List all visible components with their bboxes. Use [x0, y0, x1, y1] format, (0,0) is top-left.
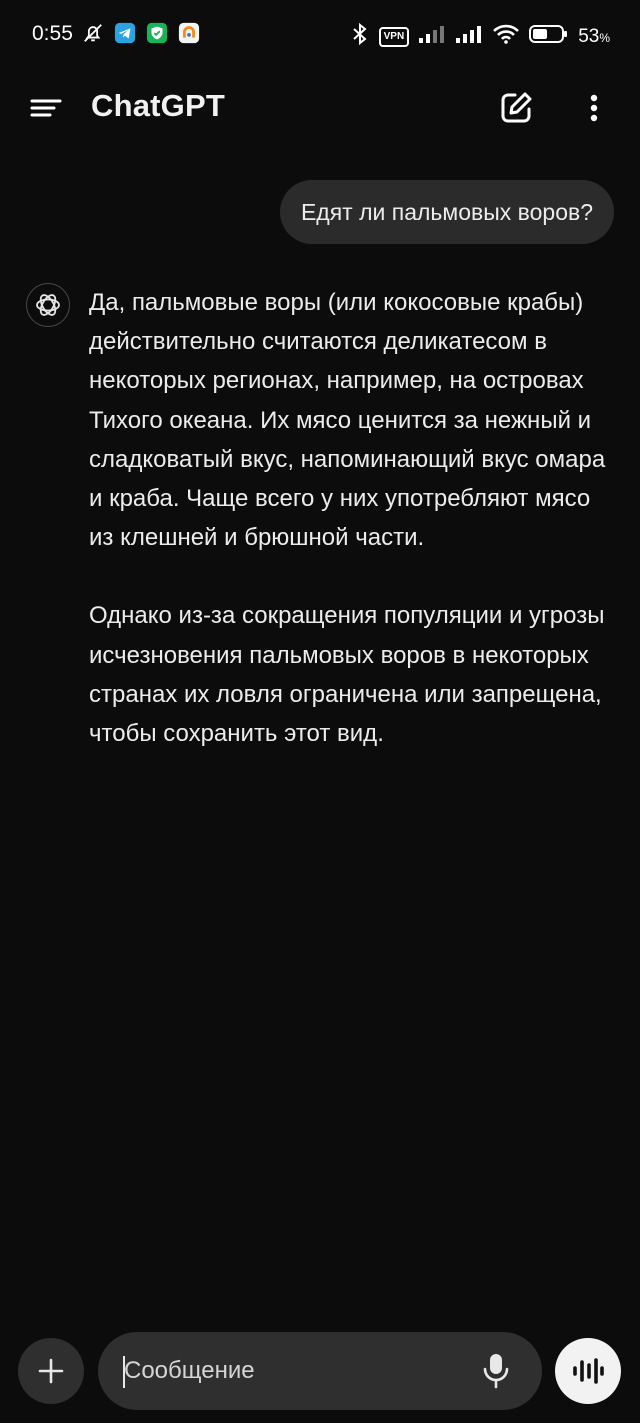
shield-app-icon [146, 22, 168, 44]
voice-mode-button[interactable] [555, 1338, 621, 1404]
vpn-badge: VPN [378, 26, 410, 47]
menu-button[interactable] [28, 90, 64, 126]
app-title: ChatGPT [91, 88, 226, 123]
more-vertical-icon [590, 94, 598, 122]
menu-icon [30, 99, 62, 117]
cellular-signal-icon [455, 24, 483, 49]
microphone-button[interactable] [481, 1352, 511, 1390]
assistant-avatar [26, 283, 70, 327]
openai-logo-icon [36, 294, 60, 316]
status-bar: 0:55 VPN 53% [0, 0, 640, 70]
cellular-signal-icon [418, 24, 446, 49]
more-options-button[interactable] [578, 90, 610, 126]
message-input-container[interactable] [98, 1332, 542, 1410]
status-notification-icons [82, 22, 200, 44]
battery-percent-value: 53 [578, 25, 600, 47]
user-message-text: Едят ли пальмовых воров? [300, 198, 593, 225]
bluetooth-icon [350, 22, 370, 51]
battery-icon [529, 24, 569, 49]
muted-bell-icon [82, 22, 104, 44]
app-header: ChatGPT [0, 70, 640, 146]
audio-waveform-icon [573, 1358, 604, 1384]
telegram-icon [114, 22, 136, 44]
message-input[interactable] [124, 1332, 464, 1410]
assistant-paragraph: Однако из-за сокращения популяции и угро… [89, 602, 605, 748]
status-right-icons: VPN 53% [350, 22, 610, 51]
assistant-paragraph: Да, пальмовые воры (или кокосовые крабы)… [89, 289, 606, 552]
battery-percent-unit: % [599, 30, 610, 45]
battery-percent: 53% [578, 26, 610, 48]
user-message-bubble[interactable]: Едят ли пальмовых воров? [279, 180, 614, 244]
new-chat-button[interactable] [498, 90, 534, 126]
wifi-icon [492, 23, 520, 50]
composer-bar [0, 1330, 640, 1423]
edit-icon [501, 92, 532, 123]
microphone-icon [483, 1354, 509, 1389]
status-time: 0:55 [32, 22, 73, 45]
assistant-message: Да, пальмовые воры (или кокосовые крабы)… [89, 283, 609, 792]
vpn-app-icon [178, 22, 200, 44]
attach-button[interactable] [18, 1338, 84, 1404]
plus-icon [38, 1358, 64, 1384]
